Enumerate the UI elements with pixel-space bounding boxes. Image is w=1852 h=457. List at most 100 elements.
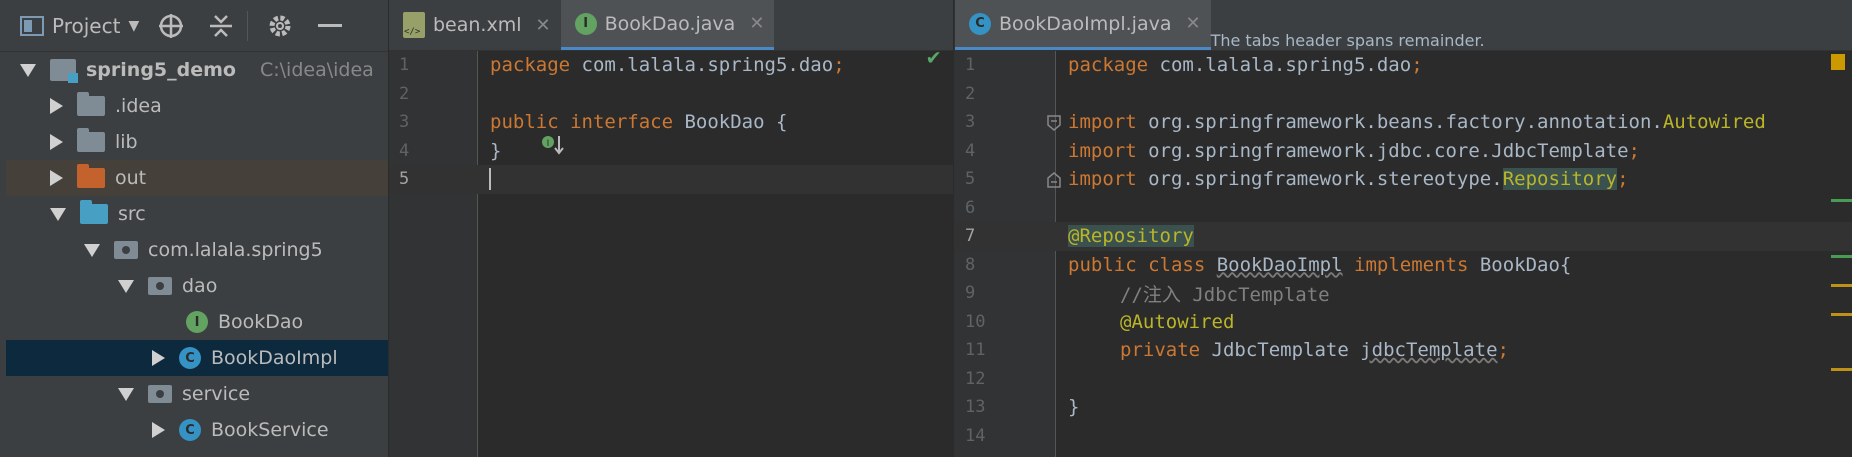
chevron-down-icon[interactable] [20,63,36,77]
chevron-down-icon[interactable] [118,279,134,293]
code-text: @Repository [1068,225,1194,248]
tree-item-dao[interactable]: dao [6,268,388,304]
chevron-right-icon[interactable] [50,170,63,186]
code-token: org.springframework.beans.factory.annota… [1136,111,1663,134]
code-line: 9 //注入 JdbcTemplate [955,279,1852,308]
code-text: private JdbcTemplate jdbcTemplate; [1120,339,1509,361]
code-token: package [1068,54,1149,77]
class-icon: C [179,347,201,369]
source-folder-icon [80,200,108,224]
tree-item-label: BookDao [218,311,304,333]
locate-icon[interactable] [153,8,189,44]
chevron-down-icon[interactable] [118,387,134,401]
code-text: import org.springframework.stereotype.Re… [1068,168,1629,191]
chevron-right-icon[interactable] [50,134,63,150]
code-token: JdbcTemplate [1200,339,1361,362]
tree-item-bookdaoimpl[interactable]: C BookDaoImpl [6,340,388,376]
change-marker[interactable] [1831,255,1852,258]
close-icon[interactable]: ✕ [1185,13,1200,34]
tree-item-lib[interactable]: lib [6,124,388,160]
line-number: 5 [965,169,976,190]
fold-icon[interactable] [1047,171,1061,193]
code-token: ; [1497,339,1509,362]
code-line: 1 package com.lalala.spring5.dao; [955,51,1852,80]
code-token: jdbcTemplate [1360,339,1498,362]
warning-marker[interactable] [1831,284,1852,287]
warning-marker[interactable] [1831,313,1852,316]
left-code-area[interactable]: 1 package com.lalala.spring5.dao; 2 3 I … [389,45,953,457]
tab-label: bean.xml [433,14,522,36]
project-toolbar: Project ▼ [0,0,388,52]
code-line: 3 I public interface BookDao { [389,108,953,155]
line-number: 2 [399,83,410,104]
tree-item-bookdao[interactable]: I BookDao [6,304,388,340]
code-token: public interface [490,111,674,134]
warning-marker[interactable] [1831,368,1852,371]
line-number: 8 [965,254,976,275]
code-token: Repository [1502,168,1618,191]
chevron-right-icon[interactable] [50,98,63,114]
code-line: 5 import org.springframework.stereotype.… [955,165,1852,194]
change-marker[interactable] [1831,199,1852,202]
close-icon[interactable]: ✕ [536,15,551,36]
warning-indicator-icon[interactable] [1831,54,1845,70]
tab-bookdao-java[interactable]: I BookDao.java ✕ [560,0,775,50]
code-line: 12 [955,365,1852,394]
line-number: 14 [965,425,986,446]
toolbar-divider [247,10,249,41]
chevron-down-icon[interactable] [50,207,66,221]
project-window-icon [20,15,44,36]
chevron-right-icon[interactable] [152,350,165,366]
tab-bean-xml[interactable]: bean.xml ✕ [389,0,561,50]
line-number: 1 [965,55,976,76]
chevron-down-icon[interactable] [84,243,100,257]
code-token: com.lalala.spring5.dao [1148,54,1412,77]
checkmark-icon: ✔ [927,45,941,70]
fold-icon[interactable] [1047,114,1061,136]
code-token: com.lalala.spring5.dao [570,54,834,77]
tree-item-out[interactable]: out [6,160,388,196]
chevron-right-icon[interactable] [152,422,165,438]
code-text: public class BookDaoImpl implements Book… [1068,254,1571,276]
code-token: @Repository [1068,225,1194,248]
code-token: ; [1411,54,1423,77]
tree-item-src[interactable]: src [6,196,388,232]
code-line: 1 package com.lalala.spring5.dao; [389,51,953,80]
tree-item-label: out [115,167,147,189]
gear-icon[interactable] [262,8,298,44]
code-token: org.springframework.stereotype. [1136,168,1503,191]
folder-icon [77,128,105,152]
project-view-selector[interactable]: Project ▼ [20,14,139,38]
code-line: 10 @Autowired [955,308,1852,337]
code-text: } [490,139,502,162]
tree-item-label: BookDaoImpl [211,347,338,369]
tree-item-label: dao [182,275,218,297]
tab-label: BookDaoImpl.java [999,12,1172,35]
tree-item-package[interactable]: com.lalala.spring5 [6,232,388,268]
code-token: package [490,54,571,77]
tree-item-idea[interactable]: .idea [6,88,388,124]
right-code-area[interactable]: 1 package com.lalala.spring5.dao; 2 3 im… [955,51,1852,457]
tab-bookdaoimpl-java[interactable]: C BookDaoImpl.java ✕ [955,0,1211,50]
right-editor-tabs: C BookDaoImpl.java ✕ The tabs header spa… [955,0,1852,51]
code-line: 13 } [955,393,1852,422]
code-token: public class [1068,253,1206,276]
line-number: 6 [965,197,976,218]
code-line-current: 7 @Repository [955,222,1852,251]
tree-item-bookservice[interactable]: C BookService [6,412,388,448]
code-line: 2 [955,80,1852,109]
project-title: Project [52,13,121,38]
code-text: } [1068,396,1080,419]
tree-item-label: .idea [115,95,162,117]
collapse-all-icon[interactable] [203,8,239,44]
tree-item-module[interactable]: spring5_demo C:\idea\idea [6,52,388,88]
code-token: ; [1628,139,1640,162]
code-token: Autowired [1662,111,1766,134]
code-text: package com.lalala.spring5.dao; [1068,54,1423,76]
xml-file-icon [403,12,425,38]
class-icon: C [179,419,201,441]
close-icon[interactable]: ✕ [749,13,764,34]
minimize-icon[interactable] [312,8,348,44]
interface-icon: I [186,311,208,333]
tree-item-service[interactable]: service [6,376,388,412]
